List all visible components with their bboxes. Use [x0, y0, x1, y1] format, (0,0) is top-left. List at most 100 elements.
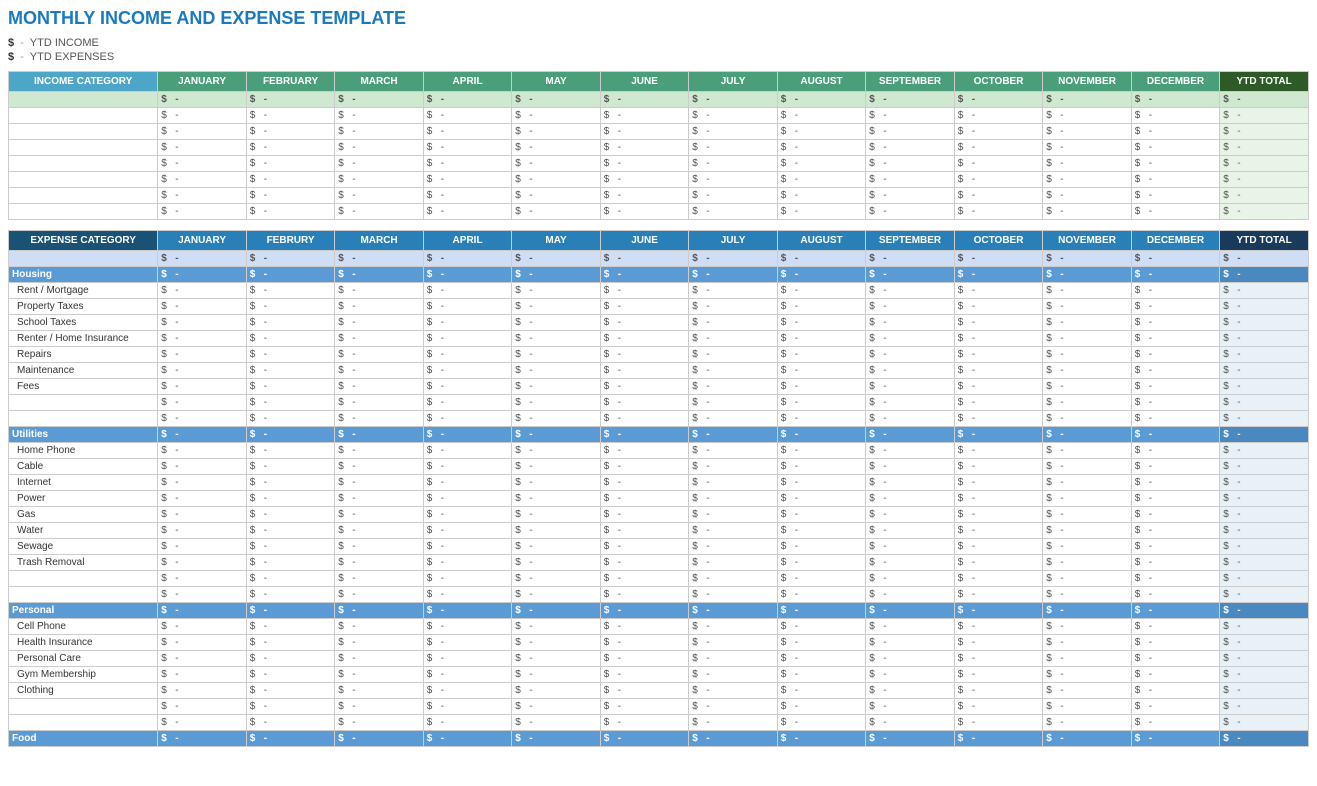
income-total-jul[interactable]: $ -	[689, 92, 778, 108]
section-gap	[8, 220, 1309, 230]
ytd-income-row: $ - YTD INCOME	[8, 37, 1309, 49]
housing-section-header: Housing $ -$ -$ -$ - $ -$ -$ -$ - $ -$ -…	[9, 267, 1309, 283]
income-total-aug[interactable]: $ -	[777, 92, 866, 108]
expense-nov-header: NOVEMBER	[1043, 231, 1132, 251]
table-row: Power $ -$ -$ -$ - $ -$ -$ -$ - $ -$ -$ …	[9, 491, 1309, 507]
utilities-section-header: Utilities $ -$ -$ -$ - $ -$ -$ -$ - $ -$…	[9, 427, 1309, 443]
school-taxes-label: School Taxes	[9, 315, 158, 331]
income-total-feb[interactable]: $ -	[246, 92, 335, 108]
expense-table: EXPENSE CATEGORY JANUARY FEBRURY MARCH A…	[8, 230, 1309, 747]
income-ytd-header: YTD TOTAL	[1220, 72, 1309, 92]
income-total-row: $ - $ - $ - $ - $ - $ - $ - $ - $ - $ - …	[9, 92, 1309, 108]
ytd-summary: $ - YTD INCOME $ - YTD EXPENSES	[8, 37, 1309, 63]
income-nov-header: NOVEMBER	[1043, 72, 1132, 92]
expense-sep-header: SEPTEMBER	[866, 231, 955, 251]
income-total-dec[interactable]: $ -	[1131, 92, 1220, 108]
cell-phone-label: Cell Phone	[9, 619, 158, 635]
income-total-oct[interactable]: $ -	[954, 92, 1043, 108]
cable-label: Cable	[9, 459, 158, 475]
table-row: $ -$ -$ -$ - $ -$ -$ -$ - $ -$ -$ -$ - $…	[9, 140, 1309, 156]
income-total-sep[interactable]: $ -	[866, 92, 955, 108]
table-row: Clothing $ -$ -$ -$ - $ -$ -$ -$ - $ -$ …	[9, 683, 1309, 699]
income-apr-header: APRIL	[423, 72, 512, 92]
table-row: Rent / Mortgage $ -$ -$ -$ - $ -$ -$ -$ …	[9, 283, 1309, 299]
gas-label: Gas	[9, 507, 158, 523]
water-label: Water	[9, 523, 158, 539]
income-total-jan[interactable]: $ -	[158, 92, 247, 108]
table-row: Fees $ -$ -$ -$ - $ -$ -$ -$ - $ -$ -$ -…	[9, 379, 1309, 395]
table-row: Renter / Home Insurance $ -$ -$ -$ - $ -…	[9, 331, 1309, 347]
income-total-category	[9, 92, 158, 108]
income-total-apr[interactable]: $ -	[423, 92, 512, 108]
expense-dec-header: DECEMBER	[1131, 231, 1220, 251]
table-row: Cell Phone $ -$ -$ -$ - $ -$ -$ -$ - $ -…	[9, 619, 1309, 635]
ytd-expenses-amount: -	[20, 51, 24, 63]
housing-label: Housing	[9, 267, 158, 283]
table-row: $ -$ -$ -$ - $ -$ -$ -$ - $ -$ -$ -$ - $…	[9, 395, 1309, 411]
ytd-income-dollar: $	[8, 37, 14, 49]
table-row: $ -$ -$ -$ - $ -$ -$ -$ - $ -$ -$ -$ - $…	[9, 699, 1309, 715]
table-row: Personal Care $ -$ -$ -$ - $ -$ -$ -$ - …	[9, 651, 1309, 667]
table-row: $ -$ -$ -$ - $ -$ -$ -$ - $ -$ -$ -$ - $…	[9, 204, 1309, 220]
income-jan-header: JANUARY	[158, 72, 247, 92]
table-row: Health Insurance $ -$ -$ -$ - $ -$ -$ -$…	[9, 635, 1309, 651]
table-row: $ -$ -$ -$ - $ -$ -$ -$ - $ -$ -$ -$ - $…	[9, 571, 1309, 587]
table-row: $ -$ -$ -$ - $ -$ -$ -$ - $ -$ -$ -$ - $…	[9, 188, 1309, 204]
expense-jul-header: JULY	[689, 231, 778, 251]
table-row: $ -$ -$ -$ - $ -$ -$ -$ - $ -$ -$ -$ - $…	[9, 172, 1309, 188]
income-total-nov[interactable]: $ -	[1043, 92, 1132, 108]
ytd-expenses-label: YTD EXPENSES	[30, 51, 114, 63]
personal-section-header: Personal $ -$ -$ -$ - $ -$ -$ -$ - $ -$ …	[9, 603, 1309, 619]
income-total-jun[interactable]: $ -	[600, 92, 689, 108]
income-aug-header: AUGUST	[777, 72, 866, 92]
income-table: INCOME CATEGORY JANUARY FEBRUARY MARCH A…	[8, 71, 1309, 220]
food-label: Food	[9, 731, 158, 747]
renter-insurance-label: Renter / Home Insurance	[9, 331, 158, 347]
trash-removal-label: Trash Removal	[9, 555, 158, 571]
gym-membership-label: Gym Membership	[9, 667, 158, 683]
income-jun-header: JUNE	[600, 72, 689, 92]
table-row: $ -$ -$ -$ - $ -$ -$ -$ - $ -$ -$ -$ - $…	[9, 411, 1309, 427]
expense-category-header: EXPENSE CATEGORY	[9, 231, 158, 251]
home-phone-label: Home Phone	[9, 443, 158, 459]
fees-label: Fees	[9, 379, 158, 395]
income-total-may[interactable]: $ -	[512, 92, 601, 108]
table-row: Home Phone $ -$ -$ -$ - $ -$ -$ -$ - $ -…	[9, 443, 1309, 459]
income-header-row: INCOME CATEGORY JANUARY FEBRUARY MARCH A…	[9, 72, 1309, 92]
table-row: Property Taxes $ -$ -$ -$ - $ -$ -$ -$ -…	[9, 299, 1309, 315]
table-row: School Taxes $ -$ -$ -$ - $ -$ -$ -$ - $…	[9, 315, 1309, 331]
table-row: $ -$ -$ -$ - $ -$ -$ -$ - $ -$ -$ -$ - $…	[9, 587, 1309, 603]
income-mar-header: MARCH	[335, 72, 424, 92]
table-row: $ -$ -$ -$ - $ -$ -$ -$ - $ -$ -$ -$ - $…	[9, 124, 1309, 140]
personal-care-label: Personal Care	[9, 651, 158, 667]
income-sep-header: SEPTEMBER	[866, 72, 955, 92]
property-taxes-label: Property Taxes	[9, 299, 158, 315]
expense-ytd-header: YTD TOTAL	[1220, 231, 1309, 251]
table-row: $ -$ -$ -$ - $ -$ -$ -$ - $ -$ -$ -$ - $…	[9, 108, 1309, 124]
expense-mar-header: MARCH	[335, 231, 424, 251]
ytd-expenses-dollar: $	[8, 51, 14, 63]
table-row: Sewage $ -$ -$ -$ - $ -$ -$ -$ - $ -$ -$…	[9, 539, 1309, 555]
table-row: Repairs $ -$ -$ -$ - $ -$ -$ -$ - $ -$ -…	[9, 347, 1309, 363]
food-section-header: Food $ -$ -$ -$ - $ -$ -$ -$ - $ -$ -$ -…	[9, 731, 1309, 747]
income-category-header: INCOME CATEGORY	[9, 72, 158, 92]
internet-label: Internet	[9, 475, 158, 491]
table-row: $ -$ -$ -$ - $ -$ -$ -$ - $ -$ -$ -$ - $…	[9, 156, 1309, 172]
table-row: Cable $ -$ -$ -$ - $ -$ -$ -$ - $ -$ -$ …	[9, 459, 1309, 475]
income-feb-header: FEBRUARY	[246, 72, 335, 92]
table-row: Maintenance $ -$ -$ -$ - $ -$ -$ -$ - $ …	[9, 363, 1309, 379]
expense-may-header: MAY	[512, 231, 601, 251]
table-row: Gas $ -$ -$ -$ - $ -$ -$ -$ - $ -$ -$ -$…	[9, 507, 1309, 523]
ytd-income-amount: -	[20, 37, 24, 49]
expense-jun-header: JUNE	[600, 231, 689, 251]
expense-jan-header: JANUARY	[158, 231, 247, 251]
income-total-mar[interactable]: $ -	[335, 92, 424, 108]
health-insurance-label: Health Insurance	[9, 635, 158, 651]
expense-oct-header: OCTOBER	[954, 231, 1043, 251]
expense-aug-header: AUGUST	[777, 231, 866, 251]
page: MONTHLY INCOME AND EXPENSE TEMPLATE $ - …	[0, 0, 1317, 755]
repairs-label: Repairs	[9, 347, 158, 363]
income-total-ytd[interactable]: $ -	[1220, 92, 1309, 108]
personal-label: Personal	[9, 603, 158, 619]
income-dec-header: DECEMBER	[1131, 72, 1220, 92]
